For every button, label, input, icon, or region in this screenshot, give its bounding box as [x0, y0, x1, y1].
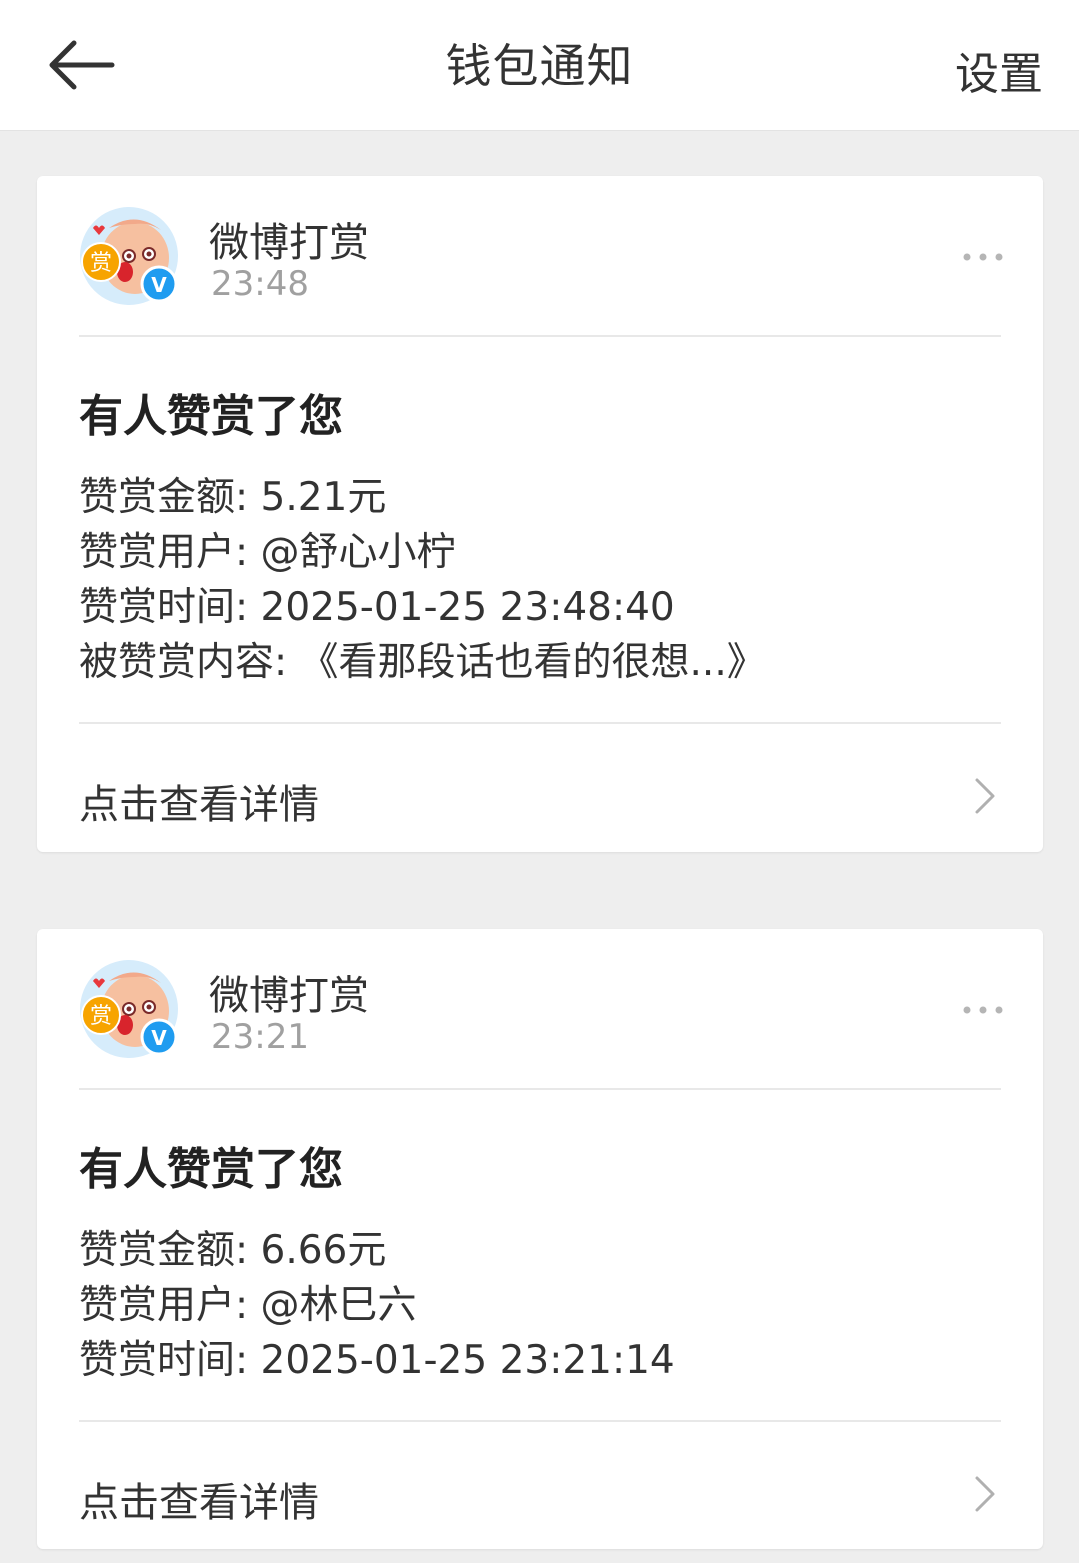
notification-headline: 有人赞赏了您: [79, 391, 343, 442]
divider: [79, 1420, 1001, 1422]
view-details-link[interactable]: 点击查看详情: [37, 1430, 1043, 1550]
top-bar: 钱包通知 设置: [0, 0, 1079, 131]
divider: [79, 335, 1001, 337]
reward-time: 赞赏时间: 2025-01-25 23:21:14: [79, 1338, 675, 1383]
more-options-icon[interactable]: [963, 1002, 1003, 1018]
notification-header: 赏 V 微博打赏 23:48: [37, 176, 1043, 336]
divider: [79, 722, 1001, 724]
notification-card: 赏 V 微博打赏 23:21 有人赞赏了您 赞赏金额: 6.66元 赞赏用户: …: [37, 929, 1043, 1549]
page-title: 钱包通知: [445, 39, 634, 93]
reward-time: 赞赏时间: 2025-01-25 23:48:40: [79, 585, 675, 630]
reward-badge-text: 赏: [90, 251, 112, 276]
verified-badge-text: V: [151, 1026, 167, 1050]
view-details-link[interactable]: 点击查看详情: [37, 732, 1043, 852]
notification-header: 赏 V 微博打赏 23:21: [37, 929, 1043, 1089]
notification-card: 赏 V 微博打赏 23:48 有人赞赏了您 赞赏金额: 5.21元 赞赏用户: …: [37, 176, 1043, 852]
verified-badge-text: V: [151, 273, 167, 297]
rewarded-content: 被赞赏内容: 《看那段话也看的很想...》: [79, 640, 766, 685]
reward-badge-text: 赏: [90, 1004, 112, 1029]
sender-name: 微博打赏: [209, 220, 369, 266]
reward-avatar-icon: 赏 V: [80, 960, 178, 1058]
sender-name: 微博打赏: [209, 973, 369, 1019]
reward-amount: 赞赏金额: 5.21元: [79, 475, 387, 520]
notification-time: 23:48: [211, 264, 309, 304]
chevron-right-icon: [975, 1476, 995, 1512]
reward-user: 赞赏用户: @舒心小柠: [79, 530, 456, 575]
reward-amount: 赞赏金额: 6.66元: [79, 1228, 387, 1273]
chevron-right-icon: [975, 778, 995, 814]
reward-user: 赞赏用户: @林巳六: [79, 1283, 417, 1328]
notification-headline: 有人赞赏了您: [79, 1144, 343, 1195]
settings-button[interactable]: 设置: [955, 38, 1043, 102]
reward-avatar-icon: 赏 V: [80, 207, 178, 305]
notification-time: 23:21: [211, 1017, 309, 1057]
view-details-label: 点击查看详情: [79, 782, 319, 828]
more-options-icon[interactable]: [963, 249, 1003, 265]
divider: [79, 1088, 1001, 1090]
view-details-label: 点击查看详情: [79, 1480, 319, 1526]
